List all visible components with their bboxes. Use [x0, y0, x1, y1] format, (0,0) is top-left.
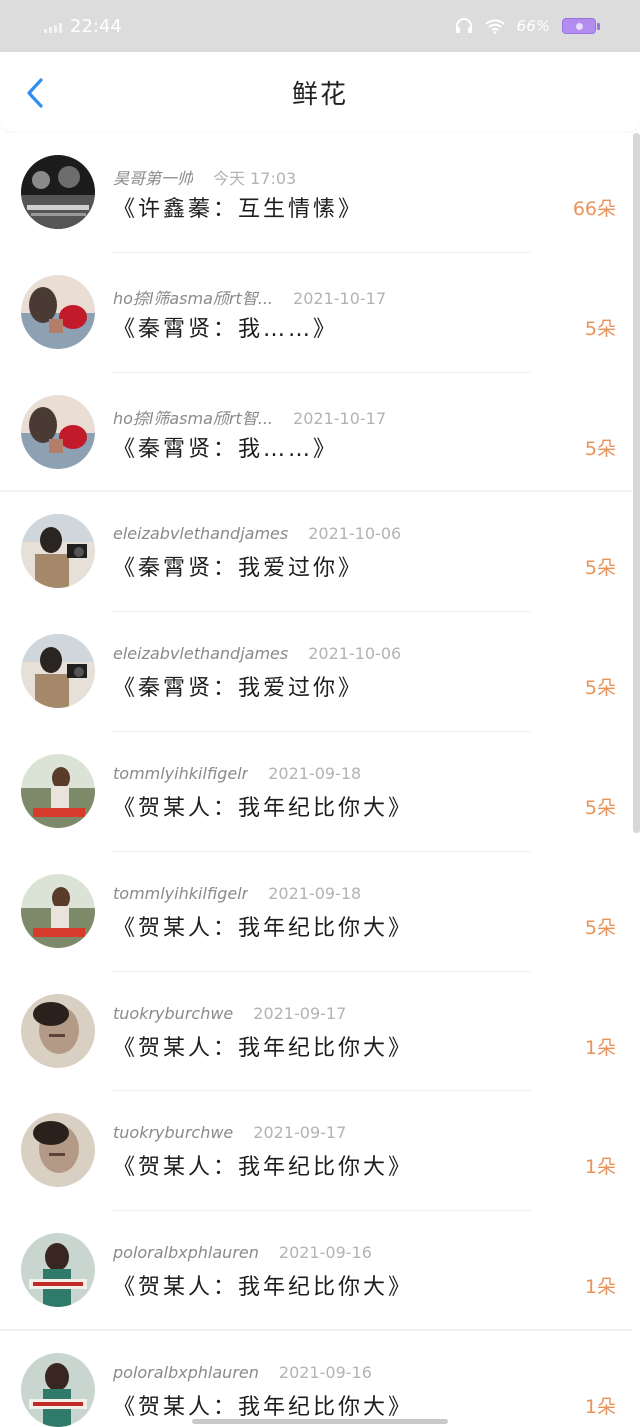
avatar[interactable] — [21, 1113, 95, 1188]
avatar[interactable] — [21, 155, 95, 229]
date: 2021-09-17 — [253, 1003, 347, 1023]
list-item[interactable]: poloralbxphlauren 2021-09-16 《贺某人：我年纪比你大》… — [0, 1211, 632, 1331]
username[interactable]: poloralbxphlauren — [113, 1363, 259, 1382]
list-item[interactable]: ho捺l筛asma颀rt智... 2021-10-17 《秦霄贤：我……》 5朵 — [0, 372, 632, 493]
username[interactable]: eleizabvlethandjames — [113, 524, 288, 543]
date: 2021-10-06 — [308, 644, 402, 664]
flower-count: 1朵 — [584, 1276, 616, 1299]
item-title[interactable]: 《秦霄贤：我……》 — [113, 311, 338, 343]
item-title[interactable]: 《贺某人：我年纪比你大》 — [113, 790, 413, 822]
flower-count: 5朵 — [584, 796, 616, 819]
avatar[interactable] — [21, 753, 95, 828]
item-title[interactable]: 《贺某人：我年纪比你大》 — [113, 1149, 413, 1181]
username[interactable]: tommlyihkilfigelr — [113, 764, 248, 783]
back-button[interactable] — [20, 76, 50, 110]
list-item[interactable]: eleizabvlethandjames 2021-10-06 《秦霄贤：我爱过你… — [0, 612, 632, 732]
list-item[interactable]: ho捺l筛asma颀rt智... 2021-10-17 《秦霄贤：我……》 5朵 — [0, 252, 632, 373]
username[interactable]: poloralbxphlauren — [113, 1243, 259, 1262]
list-item[interactable]: eleizabvlethandjames 2021-10-06 《秦霄贤：我爱过你… — [0, 492, 632, 613]
avatar[interactable] — [21, 394, 95, 469]
date: 2021-09-16 — [278, 1362, 372, 1382]
date: 2021-10-17 — [293, 288, 387, 308]
avatar[interactable] — [21, 993, 95, 1068]
avatar[interactable] — [21, 514, 95, 589]
date: 2021-10-06 — [308, 524, 402, 544]
flower-list: 昊哥第一帅 今天 17:03 《许鑫蓁：互生情愫》 66朵 ho捺l筛asma颀r… — [0, 133, 632, 1427]
flower-count: 5朵 — [584, 557, 616, 580]
list-item[interactable]: poloralbxphlauren 2021-09-16 《贺某人：我年纪比你大》… — [0, 1330, 632, 1427]
status-time: 22:44 — [70, 15, 122, 37]
username[interactable]: 昊哥第一帅 — [113, 165, 193, 189]
list-item[interactable]: tommlyihkilfigelr 2021-09-18 《贺某人：我年纪比你大》… — [0, 851, 632, 972]
flower-count: 5朵 — [584, 437, 616, 460]
list-item[interactable]: tuokryburchwe 2021-09-17 《贺某人：我年纪比你大》 1朵 — [0, 971, 632, 1092]
item-title[interactable]: 《贺某人：我年纪比你大》 — [113, 1389, 413, 1421]
username[interactable]: eleizabvlethandjames — [113, 644, 288, 663]
list-item[interactable]: tommlyihkilfigelr 2021-09-18 《贺某人：我年纪比你大》… — [0, 731, 632, 852]
battery-icon — [562, 18, 600, 34]
username[interactable]: ho捺l筛asma颀rt智... — [113, 285, 273, 309]
signal-icon — [44, 19, 62, 33]
item-title[interactable]: 《贺某人：我年纪比你大》 — [113, 910, 413, 942]
avatar[interactable] — [21, 1352, 95, 1427]
flower-count: 5朵 — [584, 317, 616, 340]
item-title[interactable]: 《秦霄贤：我爱过你》 — [113, 670, 363, 702]
avatar[interactable] — [21, 1233, 95, 1308]
headphones-icon — [455, 18, 472, 33]
date: 2021-09-18 — [268, 883, 362, 903]
flower-count: 66朵 — [572, 198, 616, 220]
item-title[interactable]: 《贺某人：我年纪比你大》 — [113, 1269, 413, 1301]
flower-count: 1朵 — [584, 1395, 616, 1418]
item-title[interactable]: 《秦霄贤：我……》 — [113, 431, 338, 463]
date: 2021-10-17 — [293, 408, 387, 428]
flower-count: 1朵 — [584, 1156, 616, 1179]
home-indicator[interactable] — [192, 1419, 448, 1424]
username[interactable]: tuokryburchwe — [113, 1123, 233, 1142]
chevron-left-icon — [27, 78, 43, 108]
avatar[interactable] — [21, 634, 95, 709]
date: 2021-09-18 — [268, 763, 362, 783]
avatar[interactable] — [21, 274, 95, 349]
username[interactable]: tommlyihkilfigelr — [113, 884, 248, 903]
item-title[interactable]: 《贺某人：我年纪比你大》 — [113, 1030, 413, 1062]
date: 2021-09-17 — [253, 1123, 347, 1143]
item-title[interactable]: 《秦霄贤：我爱过你》 — [113, 550, 363, 582]
avatar[interactable] — [21, 873, 95, 948]
battery-percent: 66% — [516, 17, 550, 35]
list-item[interactable]: 昊哥第一帅 今天 17:03 《许鑫蓁：互生情愫》 66朵 — [0, 133, 632, 253]
list-item[interactable]: tuokryburchwe 2021-09-17 《贺某人：我年纪比你大》 1朵 — [0, 1091, 632, 1212]
scrollbar[interactable] — [633, 133, 640, 833]
date: 今天 17:03 — [213, 169, 297, 188]
item-title[interactable]: 《许鑫蓁：互生情愫》 — [113, 191, 363, 223]
flower-count: 5朵 — [584, 916, 616, 939]
wifi-icon — [484, 19, 505, 34]
nav-bar: 鲜花 — [0, 52, 640, 132]
status-bar: 22:44 66% — [0, 0, 640, 52]
page-title: 鲜花 — [291, 79, 348, 110]
flower-count: 5朵 — [584, 677, 616, 700]
username[interactable]: tuokryburchwe — [113, 1004, 233, 1023]
username[interactable]: ho捺l筛asma颀rt智... — [113, 405, 273, 429]
date: 2021-09-16 — [278, 1243, 372, 1263]
flower-count: 1朵 — [584, 1036, 616, 1059]
